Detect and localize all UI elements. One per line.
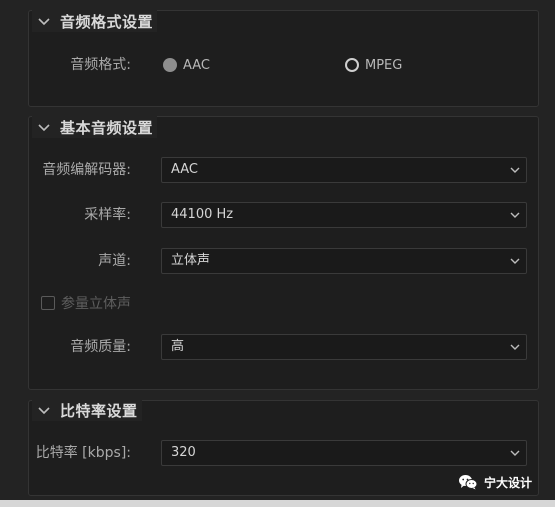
codec-row: 音频编解码器: AAC (28, 157, 539, 183)
bitrate-section-header[interactable]: 比特率设置 (32, 399, 142, 421)
codec-value: AAC (171, 162, 198, 177)
bitrate-row: 比特率 [kbps]: 320 (28, 440, 539, 466)
codec-select[interactable]: AAC (161, 157, 527, 183)
audio-format-row: 音频格式: (28, 52, 539, 78)
chevron-down-icon (510, 450, 520, 456)
section-title: 基本音频设置 (60, 118, 154, 137)
quality-label: 音频质量: (70, 339, 131, 355)
watermark: 宁大设计 (458, 472, 532, 492)
radio-mpeg[interactable]: MPEG (345, 55, 402, 75)
channels-value: 立体声 (171, 253, 211, 268)
sample-rate-label: 采样率: (84, 207, 131, 223)
radio-unselected-icon (345, 58, 359, 72)
chevron-down-icon (510, 258, 520, 264)
bitrate-label: 比特率 [kbps]: (35, 445, 131, 461)
chevron-down-icon (38, 18, 50, 26)
quality-value: 高 (171, 339, 185, 354)
bitrate-select[interactable]: 320 (161, 440, 527, 466)
chevron-down-icon (510, 212, 520, 218)
codec-label: 音频编解码器: (42, 162, 131, 178)
radio-aac-label: AAC (183, 57, 210, 73)
radio-selected-icon (163, 58, 177, 72)
chevron-down-icon (38, 407, 50, 415)
basic-audio-section-header[interactable]: 基本音频设置 (32, 116, 158, 138)
audio-format-section-header[interactable]: 音频格式设置 (32, 10, 158, 32)
param-stereo-checkbox[interactable]: 参量立体声 (41, 294, 131, 312)
chevron-down-icon (510, 344, 520, 350)
bottom-bar (0, 500, 555, 507)
param-stereo-label: 参量立体声 (61, 296, 131, 312)
watermark-text: 宁大设计 (484, 475, 533, 490)
sample-rate-row: 采样率: 44100 Hz (28, 202, 539, 228)
audio-format-label: 音频格式: (70, 57, 131, 73)
bitrate-value: 320 (171, 445, 196, 460)
radio-aac[interactable]: AAC (163, 55, 210, 75)
section-title: 音频格式设置 (60, 12, 154, 31)
channels-label: 声道: (98, 253, 131, 269)
checkbox-box (41, 296, 55, 310)
sample-rate-select[interactable]: 44100 Hz (161, 202, 527, 228)
wechat-icon (459, 475, 478, 490)
radio-mpeg-label: MPEG (365, 57, 403, 73)
channels-row: 声道: 立体声 (28, 248, 539, 274)
channels-select[interactable]: 立体声 (161, 248, 527, 274)
section-title: 比特率设置 (60, 401, 138, 420)
chevron-down-icon (38, 124, 50, 132)
chevron-down-icon (510, 167, 520, 173)
quality-select[interactable]: 高 (161, 334, 527, 360)
quality-row: 音频质量: 高 (28, 334, 539, 360)
sample-rate-value: 44100 Hz (171, 207, 234, 222)
